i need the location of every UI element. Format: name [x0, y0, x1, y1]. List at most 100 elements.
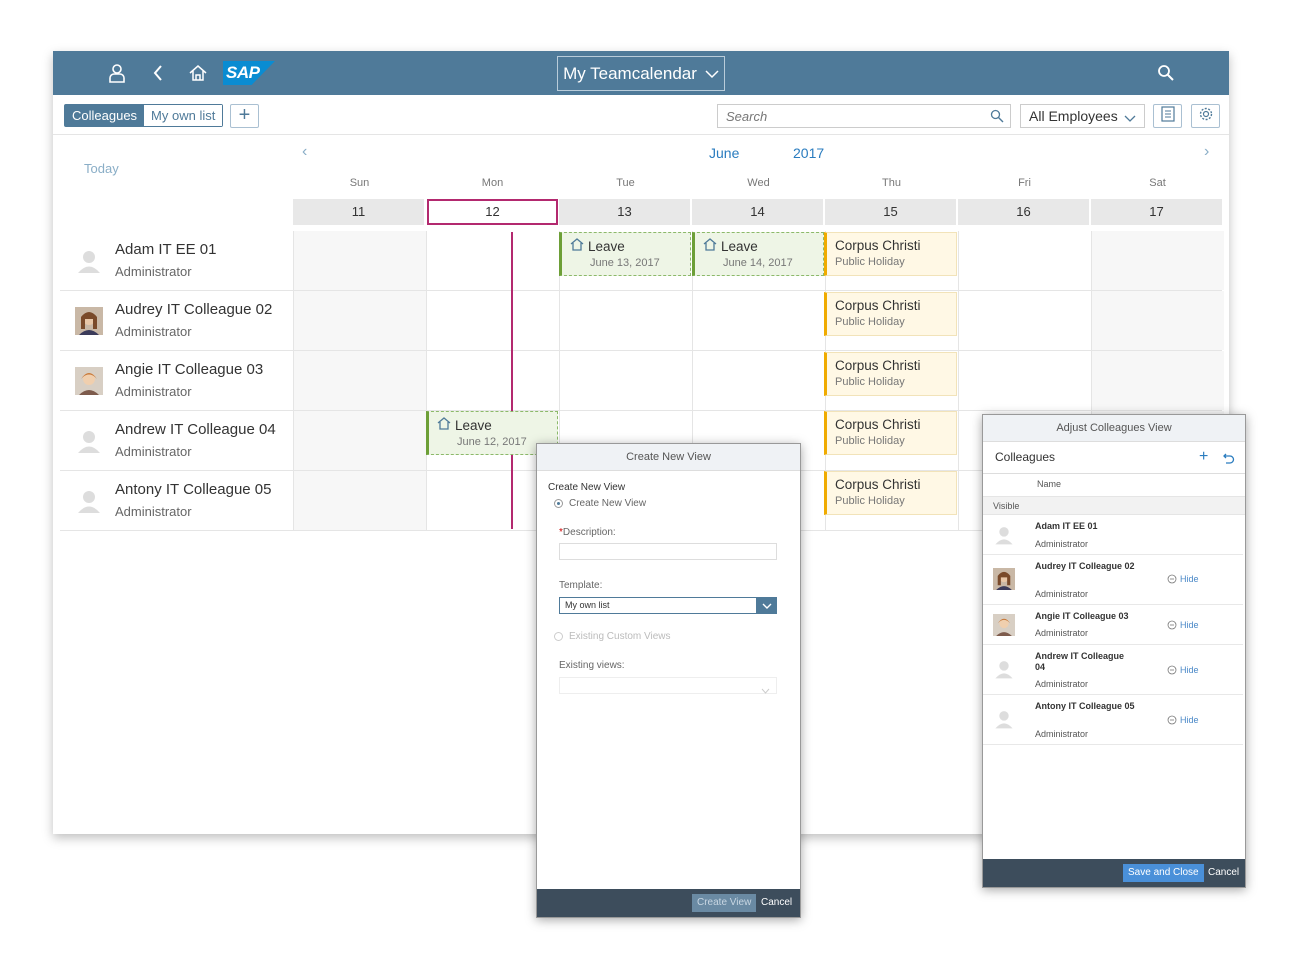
avatar	[75, 427, 103, 455]
template-select[interactable]: My own list	[559, 597, 777, 614]
day-cell[interactable]	[293, 411, 426, 470]
search-input[interactable]: Search	[717, 104, 1011, 128]
home-icon	[703, 238, 717, 254]
holiday-appointment[interactable]: Corpus Christi Public Holiday	[824, 411, 957, 455]
employee-filter-select[interactable]: All Employees	[1020, 104, 1145, 128]
month-label[interactable]: June	[709, 145, 739, 161]
create-view-dialog: Create New View Create New View Create N…	[536, 443, 801, 918]
appointment-title: Corpus Christi	[835, 358, 921, 373]
leave-appointment[interactable]: Leave June 14, 2017	[692, 232, 824, 276]
list-item[interactable]: Audrey IT Colleague 02 Administrator Hid…	[983, 555, 1243, 605]
adjust-colleagues-dialog: Adjust Colleagues View Colleagues + Name…	[982, 414, 1246, 888]
existing-views-label: Existing views:	[559, 660, 625, 671]
description-input[interactable]	[559, 543, 777, 560]
date-cell[interactable]: 11	[293, 199, 424, 225]
back-icon[interactable]	[146, 61, 170, 85]
sap-logo: SAP	[223, 61, 275, 85]
day-cell[interactable]	[1091, 351, 1224, 410]
date-cell[interactable]: 16	[958, 199, 1089, 225]
hide-label: Hide	[1180, 574, 1199, 584]
date-cell-selected[interactable]: 12	[427, 199, 558, 225]
day-cell[interactable]	[293, 351, 426, 410]
hide-button[interactable]: Hide	[1167, 574, 1199, 584]
next-week-arrow[interactable]: ›	[1204, 143, 1209, 161]
cancel-button[interactable]: Cancel	[1203, 864, 1244, 882]
appointment-subtitle: Public Holiday	[835, 495, 905, 507]
home-icon[interactable]	[186, 61, 210, 85]
create-new-radio-label[interactable]: Create New View	[569, 498, 646, 509]
employee-name[interactable]: Antony IT Colleague 05	[115, 481, 272, 498]
chevron-down-icon	[705, 64, 719, 84]
dialog-footer: Save and Close Cancel	[983, 859, 1245, 887]
day-cell[interactable]	[1091, 291, 1224, 350]
existing-views-select[interactable]	[559, 677, 777, 694]
day-cell[interactable]	[692, 291, 825, 350]
item-name: Antony IT Colleague 05	[1035, 701, 1135, 711]
existing-views-radio[interactable]	[554, 632, 563, 641]
today-button[interactable]: Today	[84, 161, 119, 176]
segment-my-own-list[interactable]: My own list	[144, 105, 223, 126]
date-cell[interactable]: 13	[559, 199, 690, 225]
day-cell[interactable]	[958, 231, 1091, 290]
list-item[interactable]: Andrew IT Colleague 04 Administrator Hid…	[983, 645, 1243, 695]
add-icon[interactable]: +	[1199, 448, 1208, 466]
settings-button[interactable]	[1191, 104, 1220, 128]
cancel-button[interactable]: Cancel	[756, 894, 797, 912]
date-cell[interactable]: 15	[825, 199, 956, 225]
appointment-subtitle: Public Holiday	[835, 316, 905, 328]
hide-button[interactable]: Hide	[1167, 665, 1199, 675]
add-view-button[interactable]: +	[230, 104, 259, 128]
employee-name[interactable]: Andrew IT Colleague 04	[115, 421, 276, 438]
search-icon[interactable]	[990, 109, 1004, 128]
day-cell[interactable]	[293, 471, 426, 530]
day-name: Mon	[481, 177, 504, 189]
day-name: Tue	[616, 177, 635, 189]
app-title-menu[interactable]: My Teamcalendar	[557, 56, 725, 91]
list-item[interactable]: Antony IT Colleague 05 Administrator Hid…	[983, 695, 1243, 745]
day-cell[interactable]	[559, 351, 692, 410]
search-placeholder: Search	[726, 109, 768, 124]
employee-name[interactable]: Angie IT Colleague 03	[115, 361, 263, 378]
day-cell[interactable]	[958, 351, 1091, 410]
holiday-appointment[interactable]: Corpus Christi Public Holiday	[824, 232, 957, 276]
list-item[interactable]: Angie IT Colleague 03 Administrator Hide	[983, 605, 1243, 645]
list-item[interactable]: Adam IT EE 01 Administrator	[983, 515, 1243, 555]
appointment-date: June 14, 2017	[723, 257, 793, 269]
description-label-text: Description:	[562, 527, 616, 538]
create-view-button[interactable]: Create View	[692, 894, 757, 912]
date-cell[interactable]: 17	[1091, 199, 1222, 225]
day-cell[interactable]	[559, 291, 692, 350]
leave-appointment[interactable]: Leave June 13, 2017	[559, 232, 691, 276]
create-new-radio[interactable]	[554, 499, 563, 508]
hide-button[interactable]: Hide	[1167, 715, 1199, 725]
day-cell[interactable]	[426, 291, 559, 350]
employee-name[interactable]: Audrey IT Colleague 02	[115, 301, 272, 318]
prev-week-arrow[interactable]: ‹	[302, 143, 307, 161]
day-cell[interactable]	[426, 351, 559, 410]
user-icon[interactable]	[105, 61, 129, 85]
minus-circle-icon	[1167, 665, 1177, 675]
holiday-appointment[interactable]: Corpus Christi Public Holiday	[824, 471, 957, 515]
day-cell[interactable]	[692, 351, 825, 410]
employee-name[interactable]: Adam IT EE 01	[115, 241, 216, 258]
holiday-appointment[interactable]: Corpus Christi Public Holiday	[824, 292, 957, 336]
day-cell[interactable]	[958, 291, 1091, 350]
day-cell[interactable]	[293, 231, 426, 290]
existing-views-radio-label[interactable]: Existing Custom Views	[569, 631, 671, 642]
date-cell[interactable]: 14	[692, 199, 823, 225]
search-icon[interactable]	[1154, 61, 1178, 85]
day-cell[interactable]	[293, 291, 426, 350]
app-title: My Teamcalendar	[563, 63, 697, 83]
hide-button[interactable]: Hide	[1167, 620, 1199, 630]
save-and-close-button[interactable]: Save and Close	[1123, 864, 1204, 882]
appointment-title: Leave	[588, 238, 625, 254]
day-cell[interactable]	[426, 231, 559, 290]
day-cell[interactable]	[1091, 231, 1224, 290]
year-label[interactable]: 2017	[793, 145, 824, 161]
chevron-down-icon[interactable]	[756, 597, 777, 614]
segment-colleagues[interactable]: Colleagues	[65, 105, 145, 126]
holiday-appointment[interactable]: Corpus Christi Public Holiday	[824, 352, 957, 396]
hide-label: Hide	[1180, 715, 1199, 725]
undo-icon[interactable]	[1223, 451, 1235, 469]
legend-button[interactable]	[1153, 104, 1182, 128]
